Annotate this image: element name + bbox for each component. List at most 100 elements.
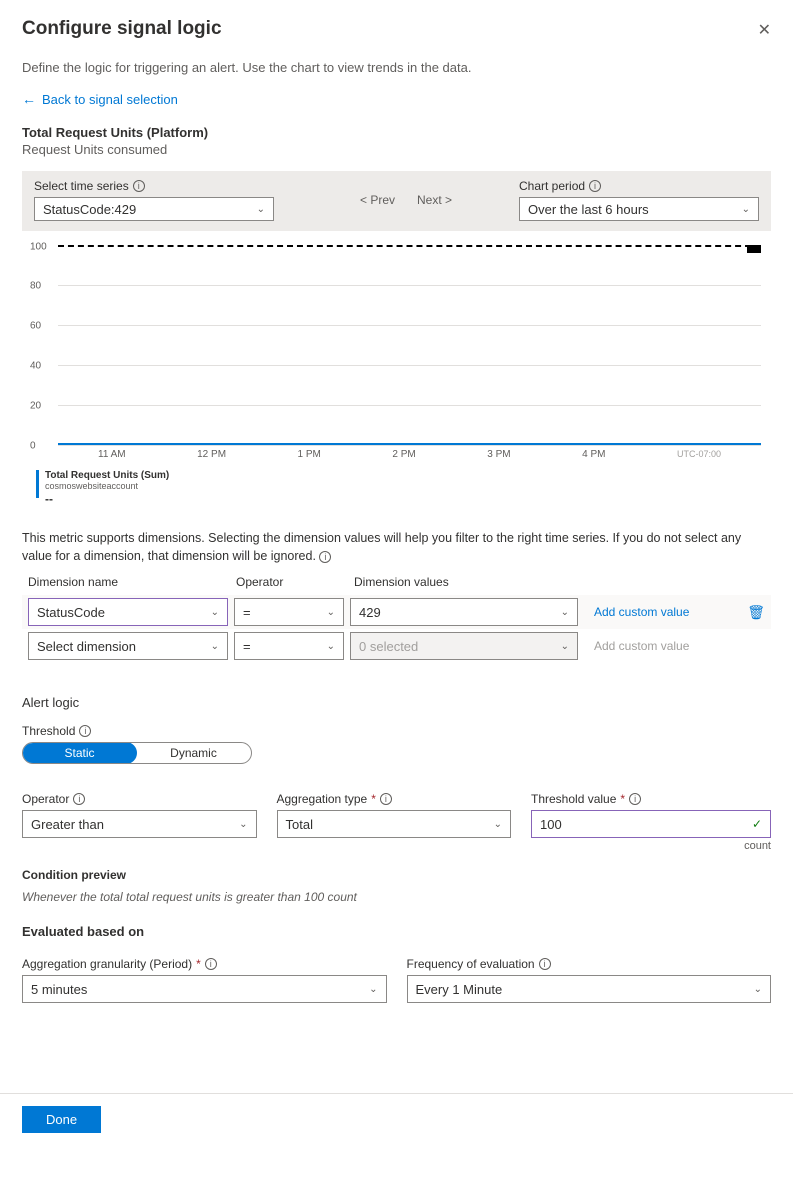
panel-subtitle: Define the logic for triggering an alert… [22, 60, 771, 75]
legend-series-name: Total Request Units (Sum) [45, 470, 169, 481]
x-tick-label: 11 AM [98, 449, 126, 460]
gridline: 100 [58, 245, 761, 247]
info-icon[interactable]: i [73, 793, 85, 805]
chevron-down-icon: ⌄ [257, 204, 265, 215]
condition-preview-text: Whenever the total total request units i… [22, 890, 771, 904]
back-link[interactable]: ← Back to signal selection [22, 91, 178, 107]
frequency-label: Frequency of evaluation [407, 957, 535, 971]
chevron-down-icon: ⌄ [211, 641, 219, 652]
info-icon[interactable]: i [589, 180, 601, 192]
condition-preview-heading: Condition preview [22, 868, 771, 882]
threshold-unit: count [531, 840, 771, 852]
dimension-row: StatusCode⌄ =⌄ 429⌄ Add custom value 🗑 [22, 595, 771, 629]
info-icon[interactable]: i [133, 180, 145, 192]
dim-header-values: Dimension values [354, 575, 771, 589]
gridline: 20 [58, 405, 761, 406]
dimension-name-select[interactable]: Select dimension⌄ [28, 632, 228, 660]
checkmark-icon: ✓ [752, 817, 762, 831]
x-tick-label: 3 PM [487, 449, 510, 460]
add-custom-value-link[interactable]: Add custom value [594, 605, 689, 619]
info-icon[interactable]: i [380, 793, 392, 805]
dimension-value-select[interactable]: 0 selected⌄ [350, 632, 578, 660]
y-tick-label: 60 [30, 321, 41, 332]
threshold-toggle[interactable]: Static Dynamic [22, 742, 252, 764]
signal-description: Request Units consumed [22, 142, 771, 157]
x-tick-label: 1 PM [298, 449, 321, 460]
back-link-label: Back to signal selection [42, 92, 178, 107]
required-marker: * [196, 957, 201, 971]
threshold-value-input[interactable]: 100 ✓ [531, 810, 771, 838]
threshold-dynamic[interactable]: Dynamic [136, 743, 251, 763]
alert-logic-heading: Alert logic [22, 695, 771, 710]
gridline: 40 [58, 365, 761, 366]
required-marker: * [620, 792, 625, 806]
legend-color-bar [36, 470, 39, 498]
done-button[interactable]: Done [22, 1106, 101, 1133]
x-tick-label: 2 PM [392, 449, 415, 460]
evaluated-heading: Evaluated based on [22, 924, 771, 939]
time-series-bar: Select time series i StatusCode:429 ⌄ < … [22, 171, 771, 231]
chevron-down-icon: ⌄ [327, 607, 335, 618]
operator-select[interactable]: Greater than⌄ [22, 810, 257, 838]
timezone-label: UTC-07:00 [677, 449, 721, 460]
time-series-value: StatusCode:429 [43, 202, 136, 217]
gridline: 0 [58, 445, 761, 446]
chevron-down-icon: ⌄ [561, 607, 569, 618]
required-marker: * [371, 792, 376, 806]
add-custom-value-link: Add custom value [594, 639, 689, 653]
granularity-label: Aggregation granularity (Period) [22, 957, 192, 971]
chevron-down-icon: ⌄ [561, 641, 569, 652]
prev-button[interactable]: < Prev [354, 193, 401, 207]
threshold-marker [747, 245, 761, 253]
granularity-select[interactable]: 5 minutes⌄ [22, 975, 387, 1003]
info-icon[interactable]: i [205, 958, 217, 970]
x-tick-label: 4 PM [582, 449, 605, 460]
close-icon[interactable]: ✕ [758, 20, 771, 40]
x-tick-label: 12 PM [197, 449, 226, 460]
operator-label: Operator [22, 792, 69, 806]
data-line [58, 443, 761, 445]
chevron-down-icon: ⌄ [754, 984, 762, 995]
chart: 020406080100 11 AM12 PM1 PM2 PM3 PM4 PMU… [22, 245, 771, 506]
dimensions-note: This metric supports dimensions. Selecti… [22, 530, 771, 565]
frequency-select[interactable]: Every 1 Minute⌄ [407, 975, 772, 1003]
arrow-left-icon: ← [22, 91, 36, 107]
time-series-label: Select time series [34, 179, 129, 193]
threshold-static[interactable]: Static [22, 742, 137, 764]
legend-account: cosmoswebsiteaccount [45, 481, 169, 491]
y-tick-label: 0 [30, 441, 36, 452]
y-tick-label: 100 [30, 242, 47, 253]
next-button[interactable]: Next > [411, 193, 458, 207]
aggregation-type-label: Aggregation type [277, 792, 368, 806]
chart-period-select[interactable]: Over the last 6 hours ⌄ [519, 197, 759, 221]
time-series-select[interactable]: StatusCode:429 ⌄ [34, 197, 274, 221]
threshold-value-label: Threshold value [531, 792, 616, 806]
chart-period-label: Chart period [519, 179, 585, 193]
dimension-row: Select dimension⌄ =⌄ 0 selected⌄ Add cus… [22, 629, 771, 663]
dimension-value-select[interactable]: 429⌄ [350, 598, 578, 626]
chevron-down-icon: ⌄ [211, 607, 219, 618]
signal-name: Total Request Units (Platform) [22, 125, 771, 140]
info-icon[interactable]: i [539, 958, 551, 970]
info-icon[interactable]: i [79, 725, 91, 737]
dimension-operator-select[interactable]: =⌄ [234, 632, 344, 660]
chart-period-value: Over the last 6 hours [528, 202, 649, 217]
panel-title: Configure signal logic [22, 18, 771, 40]
aggregation-type-select[interactable]: Total⌄ [277, 810, 512, 838]
gridline: 60 [58, 325, 761, 326]
delete-icon[interactable]: 🗑 [747, 604, 765, 621]
dim-header-operator: Operator [236, 575, 354, 589]
chevron-down-icon: ⌄ [369, 984, 377, 995]
dimension-operator-select[interactable]: =⌄ [234, 598, 344, 626]
y-tick-label: 40 [30, 361, 41, 372]
dim-header-name: Dimension name [28, 575, 236, 589]
chevron-down-icon: ⌄ [742, 204, 750, 215]
chevron-down-icon: ⌄ [239, 819, 247, 830]
y-tick-label: 20 [30, 401, 41, 412]
dimension-name-select[interactable]: StatusCode⌄ [28, 598, 228, 626]
info-icon[interactable]: i [629, 793, 641, 805]
info-icon[interactable]: i [319, 551, 331, 563]
threshold-label: Threshold [22, 724, 75, 738]
chevron-down-icon: ⌄ [327, 641, 335, 652]
chevron-down-icon: ⌄ [494, 819, 502, 830]
